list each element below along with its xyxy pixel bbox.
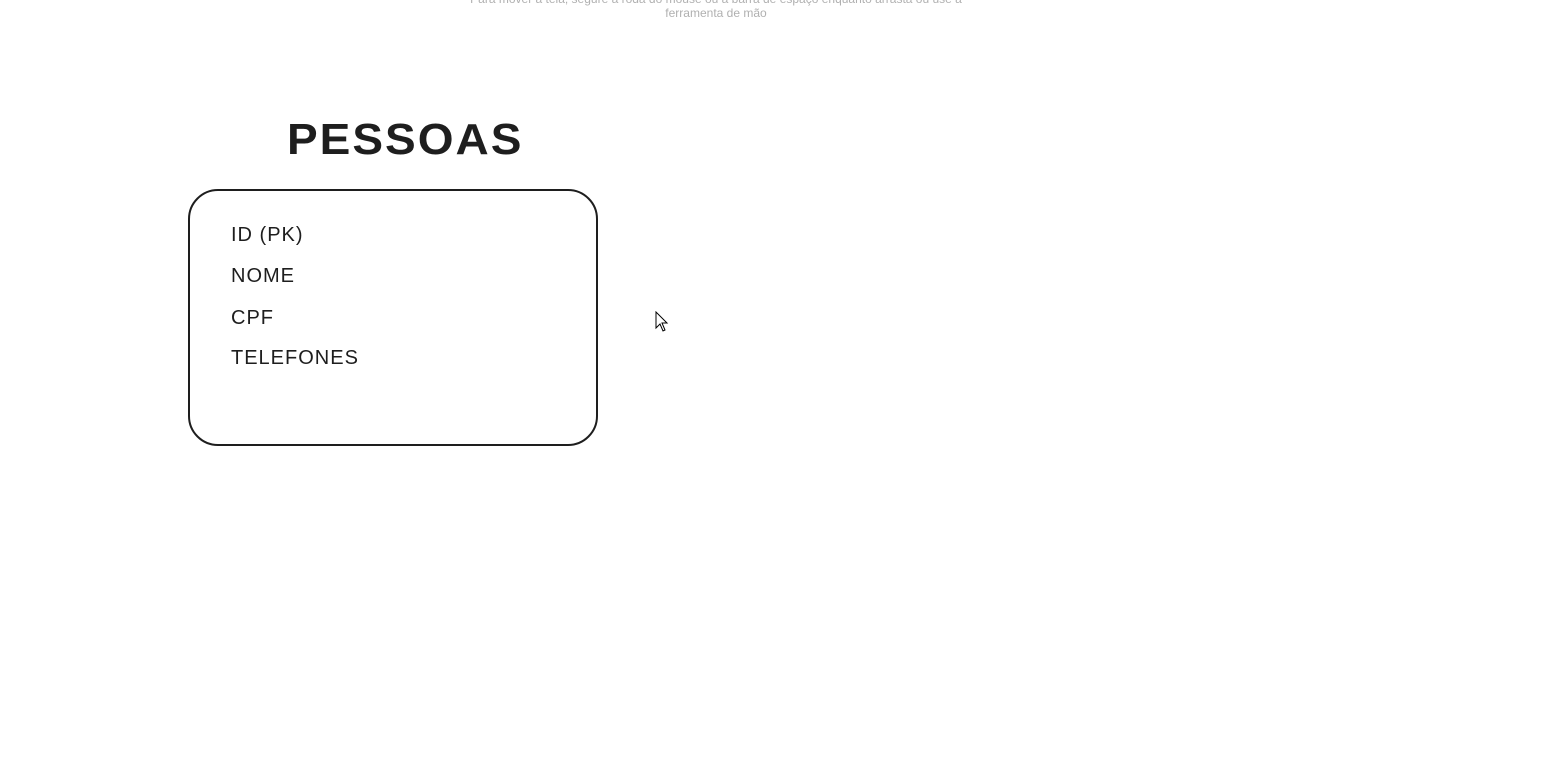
entity-field-nome[interactable]: NOME <box>231 265 295 288</box>
mouse-cursor-icon <box>655 311 669 332</box>
entity-title-text[interactable]: PESSOAS <box>287 113 523 164</box>
entity-field-id[interactable]: ID (PK) <box>231 224 304 247</box>
entity-field-telefones[interactable]: TELEFONES <box>231 347 359 370</box>
canvas-hint-text: Para mover a tela, segure a roda do mous… <box>470 0 962 20</box>
entity-field-cpf[interactable]: CPF <box>231 307 274 330</box>
